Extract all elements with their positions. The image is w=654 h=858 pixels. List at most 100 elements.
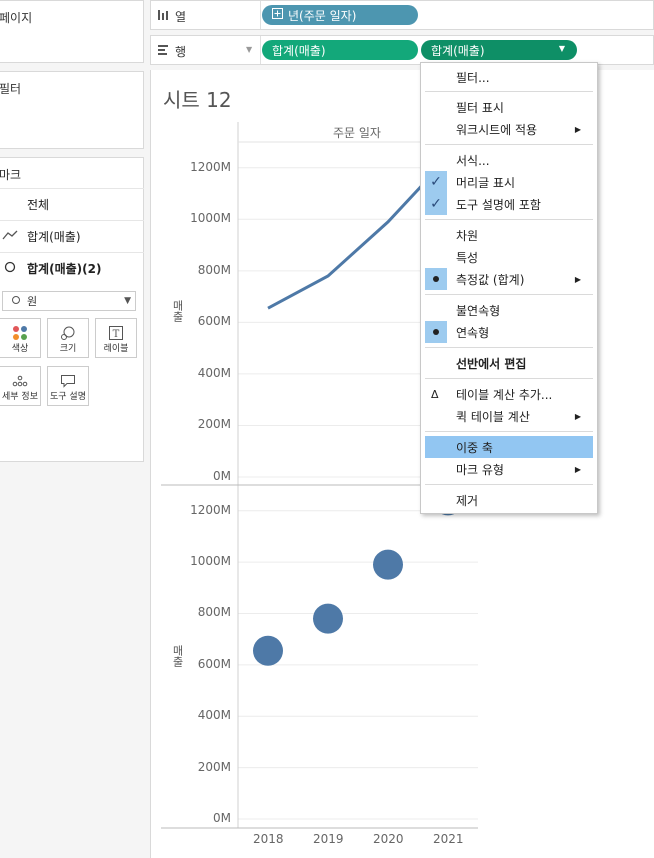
tooltip-icon bbox=[48, 373, 88, 392]
menu-item-discrete[interactable]: 불연속형 bbox=[425, 299, 593, 321]
menu-separator bbox=[425, 484, 593, 485]
columns-pill-year[interactable]: 년(주문 일자) bbox=[262, 5, 418, 25]
pages-panel[interactable]: 페이지 bbox=[0, 0, 144, 63]
menu-item-filter[interactable]: 필터... bbox=[425, 66, 593, 88]
menu-item-quick-table-calc-label: 퀵 테이블 계산 bbox=[456, 409, 530, 424]
menu-item-quick-table-calc[interactable]: 퀵 테이블 계산 ▶ bbox=[425, 405, 593, 427]
rows-divider bbox=[260, 36, 261, 64]
text-label-icon: T bbox=[96, 325, 136, 344]
menu-item-include-tooltip[interactable]: ✓ 도구 설명에 포함 bbox=[425, 193, 593, 215]
menu-item-mark-type-label: 마크 유형 bbox=[456, 462, 504, 477]
menu-item-filter-label: 필터... bbox=[456, 70, 490, 85]
radio-dot-icon bbox=[425, 268, 447, 290]
menu-item-add-table-calc[interactable]: Δ 테이블 계산 추가... bbox=[425, 383, 593, 405]
menu-item-measure[interactable]: 측정값 (합계) ▶ bbox=[425, 268, 593, 290]
size-card[interactable]: 크기 bbox=[47, 318, 89, 358]
label-card[interactable]: T 레이블 bbox=[95, 318, 137, 358]
delta-icon: Δ bbox=[431, 387, 439, 401]
menu-item-mark-type[interactable]: 마크 유형 ▶ bbox=[425, 458, 593, 480]
column-header[interactable]: 주문 일자 bbox=[333, 124, 381, 141]
y-tick-label: 400M bbox=[197, 708, 231, 723]
menu-item-dual-axis-label: 이중 축 bbox=[456, 440, 493, 455]
y-tick-label: 1200M bbox=[190, 159, 231, 174]
rows-pill-2-text: 합계(매출) bbox=[431, 43, 485, 58]
menu-item-include-tooltip-label: 도구 설명에 포함 bbox=[456, 197, 541, 212]
marks-tab-circle[interactable]: 합계(매출)(2) bbox=[0, 252, 144, 284]
menu-item-apply-worksheets[interactable]: 워크시트에 적용 ▶ bbox=[425, 118, 593, 140]
circle-icon bbox=[4, 261, 20, 276]
marks-tab-circle-label: 합계(매출)(2) bbox=[27, 262, 102, 276]
sales-point-2018 bbox=[253, 635, 283, 666]
rows-pill-sales-2[interactable]: 합계(매출) ▼ bbox=[421, 40, 577, 60]
svg-text:T: T bbox=[113, 329, 120, 340]
sales-point-2019 bbox=[313, 603, 343, 634]
y-tick-label: 800M bbox=[197, 605, 231, 620]
y-tick-label: 200M bbox=[197, 417, 231, 432]
menu-item-apply-worksheets-label: 워크시트에 적용 bbox=[456, 122, 538, 137]
x-tick-label: 2018 bbox=[253, 832, 284, 846]
y-tick-label: 400M bbox=[197, 365, 231, 380]
rows-pill-1-text: 합계(매출) bbox=[272, 43, 326, 58]
menu-item-continuous[interactable]: 연속형 bbox=[425, 321, 593, 343]
rows-shelf-label: 행 bbox=[157, 43, 186, 60]
menu-item-dimension[interactable]: 차원 bbox=[425, 224, 593, 246]
filters-title: 필터 bbox=[0, 82, 22, 96]
pill-chevron-down-icon: ▼ bbox=[558, 44, 565, 53]
submenu-arrow-icon: ▶ bbox=[574, 124, 581, 134]
tooltip-card[interactable]: 도구 설명 bbox=[47, 366, 89, 406]
menu-item-format[interactable]: 서식... bbox=[425, 149, 593, 171]
y-tick-label: 800M bbox=[197, 262, 231, 277]
scatter-chart-gridlines bbox=[238, 510, 478, 820]
x-tick-label: 2019 bbox=[313, 832, 344, 846]
expand-plus-icon bbox=[272, 8, 283, 22]
marks-panel: 마크 전체 합계(매출) 합계(매출)(2) 원 ▼ 색상 크기 T 레이블 세… bbox=[0, 157, 144, 462]
rows-pill-sales-1[interactable]: 합계(매출) bbox=[262, 40, 418, 60]
checkmark-icon: ✓ bbox=[425, 171, 447, 193]
columns-icon bbox=[157, 9, 169, 24]
menu-item-attribute[interactable]: 특성 bbox=[425, 246, 593, 268]
columns-shelf: 열 년(주문 일자) bbox=[150, 0, 654, 30]
columns-label-text: 열 bbox=[175, 10, 187, 24]
y-tick-label: 1000M bbox=[190, 211, 231, 226]
menu-item-add-table-calc-label: 테이블 계산 추가... bbox=[456, 387, 553, 402]
color-card[interactable]: 색상 bbox=[0, 318, 41, 358]
size-icon bbox=[48, 325, 88, 344]
menu-item-show-header[interactable]: ✓ 머리글 표시 bbox=[425, 171, 593, 193]
y-tick-label: 600M bbox=[197, 314, 231, 329]
menu-item-edit-in-shelf[interactable]: 선반에서 편집 bbox=[425, 352, 593, 374]
menu-item-remove[interactable]: 제거 bbox=[425, 489, 593, 511]
y-tick-label: 1200M bbox=[190, 502, 231, 517]
menu-item-show-filter[interactable]: 필터 표시 bbox=[425, 96, 593, 118]
columns-shelf-label: 열 bbox=[157, 8, 186, 25]
menu-item-dual-axis[interactable]: 이중 축 bbox=[425, 436, 593, 458]
rows-shelf-dropdown-icon[interactable]: ▼ bbox=[246, 45, 252, 54]
menu-item-continuous-label: 연속형 bbox=[456, 325, 490, 340]
x-tick-label: 2021 bbox=[433, 832, 464, 846]
columns-divider bbox=[260, 1, 261, 29]
menu-item-measure-label: 측정값 (합계) bbox=[456, 272, 525, 287]
mark-type-dropdown[interactable]: 원 ▼ bbox=[2, 291, 136, 311]
menu-item-attribute-label: 특성 bbox=[456, 250, 479, 265]
columns-pill-text: 년(주문 일자) bbox=[288, 8, 357, 23]
y-tick-label: 600M bbox=[197, 656, 231, 671]
filters-panel[interactable]: 필터 bbox=[0, 71, 144, 149]
tableau-workspace: 페이지 필터 마크 전체 합계(매출) 합계(매출)(2) 원 ▼ 색상 크기 … bbox=[0, 0, 654, 858]
submenu-arrow-icon: ▶ bbox=[574, 411, 581, 421]
marks-tab-all[interactable]: 전체 bbox=[0, 188, 144, 220]
checkmark-icon: ✓ bbox=[425, 193, 447, 215]
menu-separator bbox=[425, 294, 593, 295]
pill-context-menu: 필터... 필터 표시 워크시트에 적용 ▶ 서식... ✓ 머리글 표시 ✓ 도구 … bbox=[420, 62, 598, 514]
menu-separator bbox=[425, 144, 593, 145]
submenu-arrow-icon: ▶ bbox=[574, 274, 581, 284]
detail-card[interactable]: 세부 정보 bbox=[0, 366, 41, 406]
chevron-down-icon: ▼ bbox=[124, 296, 131, 306]
menu-separator bbox=[425, 347, 593, 348]
menu-item-edit-in-shelf-label: 선반에서 편집 bbox=[456, 356, 527, 371]
x-tick-label: 2020 bbox=[373, 832, 404, 846]
menu-item-format-label: 서식... bbox=[456, 153, 490, 168]
menu-item-show-header-label: 머리글 표시 bbox=[456, 175, 516, 190]
circle-small-icon bbox=[11, 295, 21, 308]
menu-separator bbox=[425, 378, 593, 379]
marks-tab-all-label: 전체 bbox=[27, 198, 50, 212]
marks-tab-line[interactable]: 합계(매출) bbox=[0, 220, 144, 252]
